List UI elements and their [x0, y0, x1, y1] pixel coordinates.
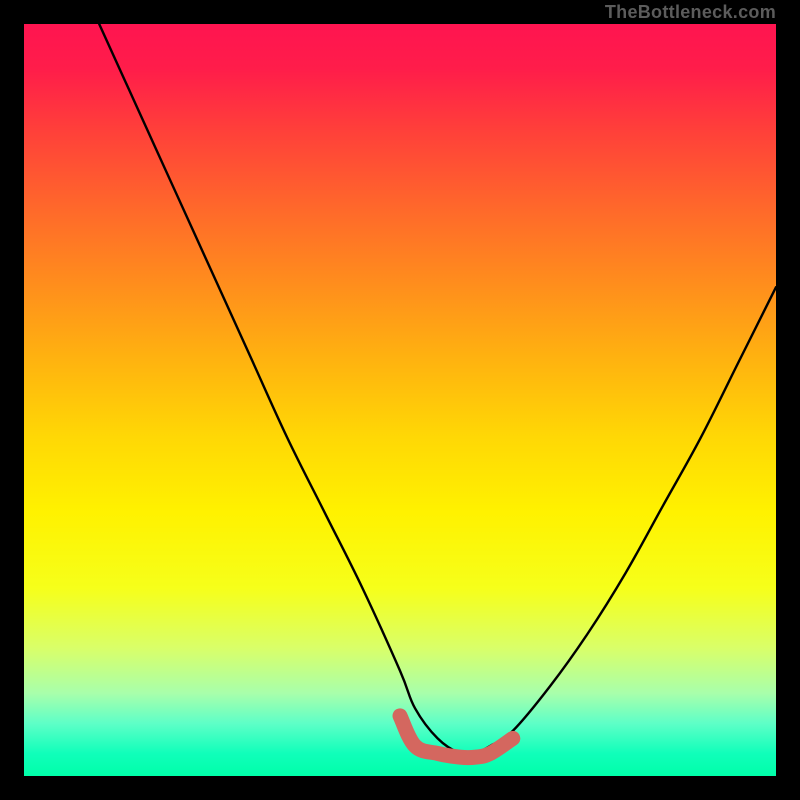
- watermark-text: TheBottleneck.com: [605, 2, 776, 23]
- plot-area: [24, 24, 776, 776]
- optimal-range-highlight: [400, 716, 513, 758]
- bottleneck-curve: [99, 24, 776, 755]
- curve-overlay: [24, 24, 776, 776]
- chart-frame: TheBottleneck.com: [0, 0, 800, 800]
